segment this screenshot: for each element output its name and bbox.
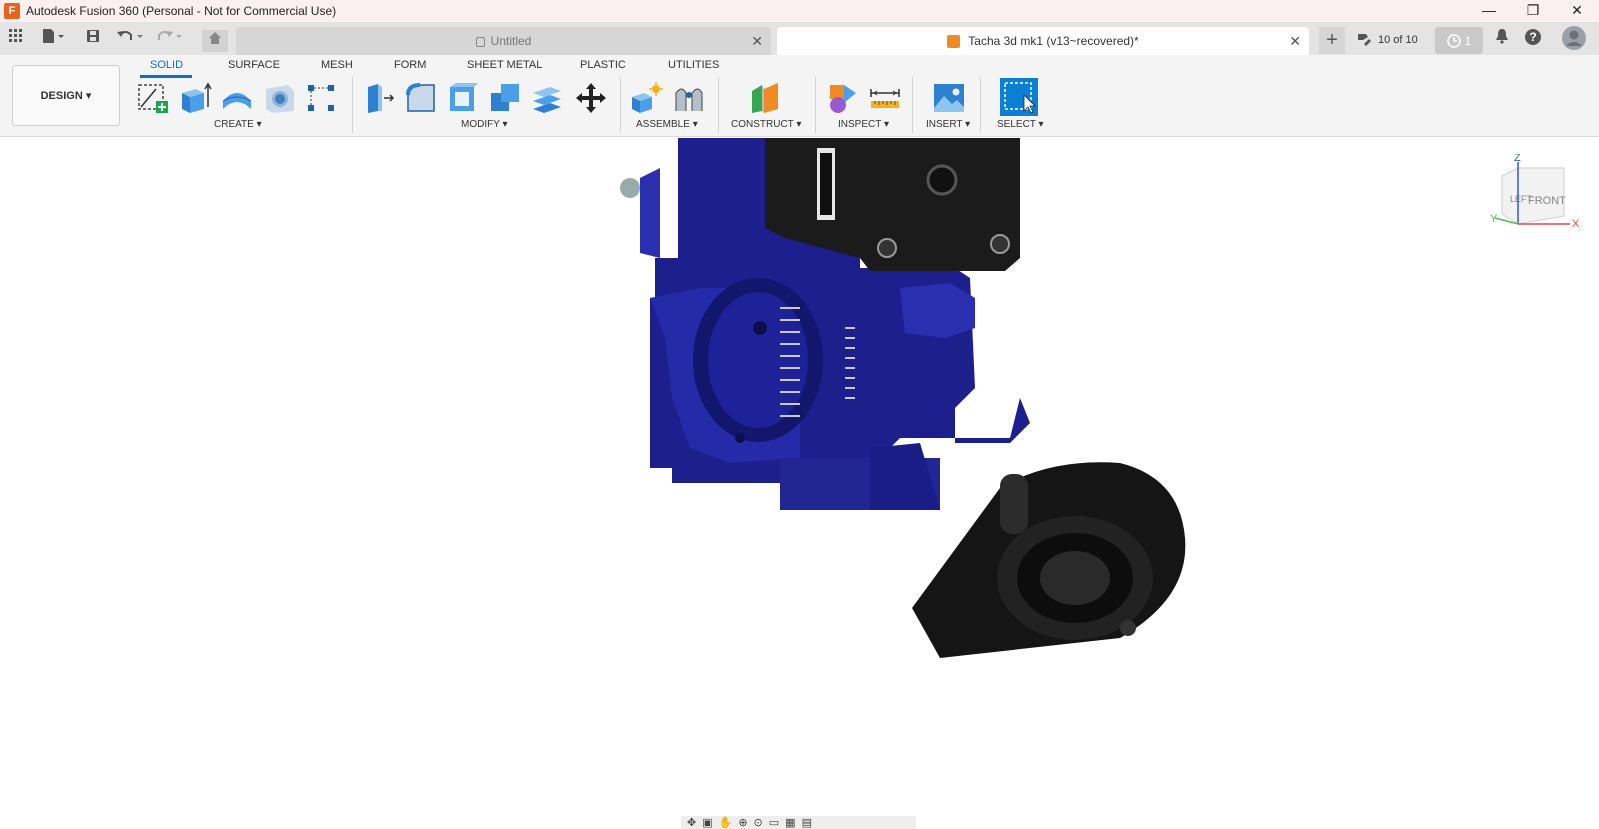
fit-icon[interactable]: ⊙ bbox=[754, 816, 763, 829]
user-avatar[interactable] bbox=[1560, 25, 1588, 53]
create-sketch-icon[interactable] bbox=[136, 81, 170, 115]
viewcube-front-face[interactable]: FRONT bbox=[1528, 195, 1566, 207]
undo-icon[interactable] bbox=[114, 28, 146, 48]
window-controls: — ❐ ✕ bbox=[1467, 0, 1599, 22]
construct-menu[interactable]: CONSTRUCT ▾ bbox=[731, 119, 801, 130]
axis-z-label: Z bbox=[1514, 154, 1521, 164]
blower-fan[interactable] bbox=[912, 462, 1186, 658]
title-bar: F Autodesk Fusion 360 (Personal - Not fo… bbox=[0, 0, 1599, 22]
window-title: Autodesk Fusion 360 (Personal - Not for … bbox=[26, 4, 337, 18]
assemble-menu[interactable]: ASSEMBLE ▾ bbox=[636, 119, 698, 130]
navigation-toolbar: ✥ ▣ ✋ ⊕ ⊙ ▭ ▦ ▤ bbox=[681, 816, 916, 829]
pattern-icon[interactable] bbox=[304, 81, 338, 115]
tab-label: Untitled bbox=[490, 34, 532, 48]
move-copy-icon[interactable] bbox=[574, 81, 608, 115]
orbit-icon[interactable]: ✥ bbox=[687, 816, 696, 829]
minimize-button[interactable]: — bbox=[1467, 0, 1511, 22]
lock-icon bbox=[475, 37, 485, 47]
offset-plane-icon[interactable] bbox=[748, 81, 782, 115]
display-component-colors-icon[interactable] bbox=[826, 81, 860, 115]
insert-menu[interactable]: INSERT ▾ bbox=[926, 119, 970, 130]
viewcube[interactable]: LEFT FRONT Z X Y bbox=[1490, 152, 1582, 234]
separator bbox=[815, 77, 816, 133]
select-menu[interactable]: SELECT ▾ bbox=[997, 119, 1044, 130]
3d-viewport[interactable]: LEFT FRONT Z X Y ✥ ▣ ✋ ⊕ ⊙ ▭ ▦ ▤ bbox=[0, 138, 1599, 829]
combine-icon[interactable] bbox=[488, 81, 522, 115]
revolve-icon[interactable] bbox=[220, 81, 254, 115]
shell-icon[interactable] bbox=[446, 81, 480, 115]
axis-x-label: X bbox=[1572, 218, 1580, 230]
measure-icon[interactable] bbox=[868, 81, 902, 115]
tab-solid[interactable]: SOLID bbox=[150, 59, 183, 71]
press-pull-icon[interactable] bbox=[362, 81, 396, 115]
file-menu-icon[interactable] bbox=[38, 28, 68, 48]
tab-utilities[interactable]: UTILITIES bbox=[668, 59, 719, 71]
extrude-icon[interactable] bbox=[178, 81, 212, 115]
zoom-icon[interactable]: ⊕ bbox=[738, 816, 747, 829]
separator bbox=[718, 77, 719, 133]
version-indicator[interactable]: 10 of 10 bbox=[1356, 27, 1430, 53]
design-cube-icon bbox=[947, 34, 961, 48]
pan-icon[interactable]: ✋ bbox=[719, 816, 733, 829]
ribbon-toolbar: DESIGN ▾ SOLID SURFACE MESH FORM SHEET M… bbox=[0, 55, 1599, 137]
document-tab-bar: Untitled ✕ Tacha 3d mk1 (v13~recovered)*… bbox=[0, 22, 1599, 55]
look-at-icon[interactable]: ▣ bbox=[702, 816, 712, 829]
job-status-button[interactable]: 1 bbox=[1435, 27, 1483, 54]
clock-icon bbox=[1446, 33, 1461, 48]
insert-image-icon[interactable] bbox=[932, 81, 966, 115]
close-tab-icon[interactable]: ✕ bbox=[751, 33, 763, 50]
fillet-icon[interactable] bbox=[404, 81, 438, 115]
model-canvas[interactable] bbox=[0, 138, 1599, 829]
help-button[interactable]: ? bbox=[1522, 28, 1544, 48]
joint-icon[interactable] bbox=[672, 81, 706, 115]
axis-y-label: Y bbox=[1490, 213, 1498, 225]
svg-text:?: ? bbox=[1529, 30, 1536, 44]
hole-icon[interactable] bbox=[262, 81, 296, 115]
separator bbox=[980, 77, 981, 133]
grid-settings-icon[interactable]: ▦ bbox=[785, 816, 795, 829]
data-panel-grid-icon[interactable] bbox=[5, 28, 27, 48]
tab-plastic[interactable]: PLASTIC bbox=[580, 59, 626, 71]
active-tab-underline bbox=[140, 75, 192, 78]
home-icon[interactable] bbox=[202, 30, 228, 52]
redo-icon[interactable] bbox=[153, 28, 185, 48]
offset-face-icon[interactable] bbox=[530, 81, 564, 115]
viewports-icon[interactable]: ▤ bbox=[802, 816, 812, 829]
close-tab-icon[interactable]: ✕ bbox=[1289, 33, 1301, 50]
maximize-button[interactable]: ❐ bbox=[1511, 0, 1555, 22]
tab-surface[interactable]: SURFACE bbox=[228, 59, 280, 71]
tab-form[interactable]: FORM bbox=[394, 59, 426, 71]
modify-menu[interactable]: MODIFY ▾ bbox=[461, 119, 508, 130]
save-icon[interactable] bbox=[82, 28, 104, 48]
display-settings-icon[interactable]: ▭ bbox=[769, 816, 779, 829]
tab-tacha-3d-mk1[interactable]: Tacha 3d mk1 (v13~recovered)* ✕ bbox=[777, 27, 1309, 55]
new-component-icon[interactable] bbox=[630, 81, 664, 115]
separator bbox=[912, 77, 913, 133]
select-icon[interactable] bbox=[1000, 78, 1038, 116]
bell-icon[interactable] bbox=[1491, 28, 1513, 48]
inspect-menu[interactable]: INSPECT ▾ bbox=[838, 119, 889, 130]
new-tab-button[interactable]: + bbox=[1319, 27, 1345, 54]
tab-untitled[interactable]: Untitled ✕ bbox=[236, 27, 771, 55]
close-window-button[interactable]: ✕ bbox=[1555, 0, 1599, 22]
tab-sheet-metal[interactable]: SHEET METAL bbox=[467, 59, 542, 71]
separator bbox=[620, 77, 621, 133]
version-flag-icon bbox=[1358, 34, 1371, 46]
separator bbox=[352, 77, 353, 133]
fusion-logo-icon: F bbox=[4, 3, 20, 19]
tab-label: Tacha 3d mk1 (v13~recovered)* bbox=[968, 34, 1139, 48]
tab-mesh[interactable]: MESH bbox=[321, 59, 353, 71]
workspace-switcher-button[interactable]: DESIGN ▾ bbox=[12, 65, 120, 126]
create-menu[interactable]: CREATE ▾ bbox=[214, 119, 262, 130]
